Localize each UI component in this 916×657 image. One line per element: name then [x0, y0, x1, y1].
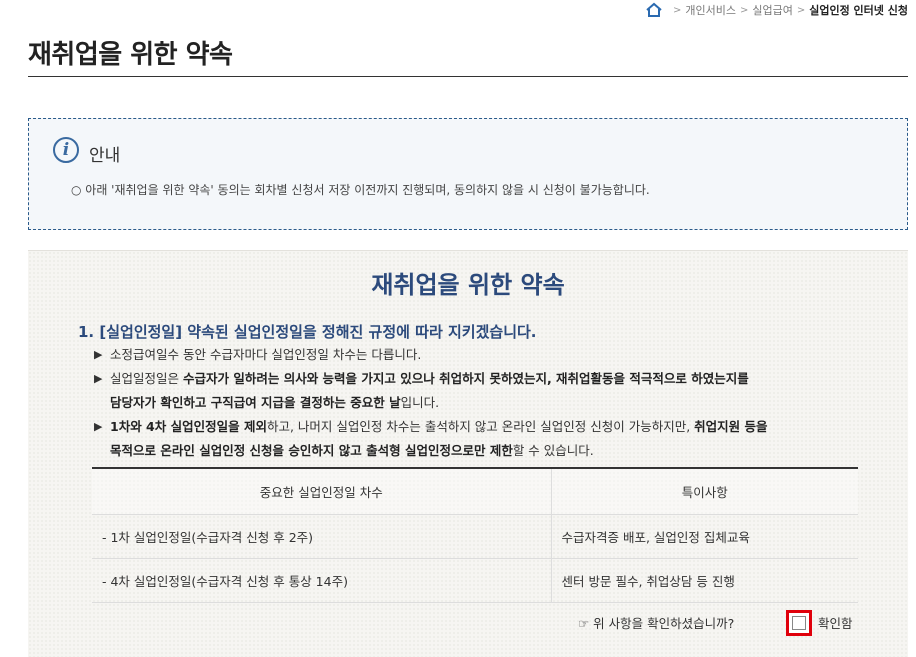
- agreement-panel: 재취업을 위한 약속 1. [실업인정일] 약속된 실업인정일을 정해진 규정에…: [28, 250, 908, 657]
- breadcrumb-current: 실업인정 인터넷 신청: [809, 4, 908, 17]
- bullet-text: 소정급여일수 동안 수급자마다 실업인정일 차수는 다릅니다.: [110, 347, 422, 362]
- table-cell: - 1차 실업인정일(수급자격 신청 후 2주): [92, 514, 552, 559]
- important-dates-table: 중요한 실업인정일 차수 특이사항 - 1차 실업인정일(수급자격 신청 후 2…: [92, 467, 858, 603]
- confirm-checkbox[interactable]: [786, 610, 812, 636]
- breadcrumb-item-unemployment-benefit[interactable]: 실업급여: [752, 2, 792, 18]
- breadcrumb-separator: >: [739, 4, 749, 16]
- breadcrumb-separator: >: [796, 4, 806, 16]
- confirm-question: ☞ 위 사항을 확인하셨습니까?: [578, 616, 735, 631]
- list-item: ▶ 1차와 4차 실업인정일을 제외하고, 나머지 실업인정 차수는 출석하지 …: [94, 415, 864, 463]
- table-row: - 4차 실업인정일(수급자격 신청 후 통상 14주) 센터 방문 필수, 취…: [92, 558, 858, 603]
- agreement-title: 재취업을 위한 약속: [371, 271, 565, 299]
- breadcrumb-item-personal-service[interactable]: 개인서비스: [685, 2, 736, 18]
- bullet-text: 실업일정일은 수급자가 일하려는 의사와 능력을 가지고 있으나 취업하지 못하…: [110, 371, 749, 410]
- bullet-arrow-icon: ▶: [94, 348, 103, 361]
- bullet-text: 1차와 4차 실업인정일을 제외하고, 나머지 실업인정 차수는 출석하지 않고…: [110, 419, 768, 458]
- table-header: 특이사항: [551, 467, 858, 515]
- table-cell: 수급자격증 배포, 실업인정 집체교육: [551, 514, 858, 559]
- bullet-arrow-icon: ▶: [94, 420, 103, 433]
- table-row: - 1차 실업인정일(수급자격 신청 후 2주) 수급자격증 배포, 실업인정 …: [92, 514, 858, 559]
- notice-box: i 안내 ○ 아래 '재취업을 위한 약속' 동의는 회차별 신청서 저장 이전…: [28, 118, 908, 230]
- home-icon[interactable]: [645, 2, 663, 18]
- table-header: 중요한 실업인정일 차수: [92, 467, 552, 515]
- page-title: 재취업을 위한 약속: [28, 40, 233, 70]
- breadcrumb: > 개인서비스 > 실업급여 > 실업인정 인터넷 신청: [645, 0, 908, 20]
- notice-text: ○ 아래 '재취업을 위한 약속' 동의는 회차별 신청서 저장 이전까지 진행…: [71, 183, 650, 197]
- list-item: ▶ 소정급여일수 동안 수급자마다 실업인정일 차수는 다릅니다.: [94, 343, 864, 367]
- section-heading: 1. [실업인정일] 약속된 실업인정일을 정해진 규정에 따라 지키겠습니다.: [78, 323, 537, 341]
- list-item: ▶ 실업일정일은 수급자가 일하려는 의사와 능력을 가지고 있으나 취업하지 …: [94, 367, 864, 415]
- bullet-arrow-icon: ▶: [94, 372, 103, 385]
- checkbox-square[interactable]: [792, 616, 806, 630]
- confirm-label[interactable]: 확인함: [818, 613, 853, 632]
- breadcrumb-separator: >: [672, 4, 682, 16]
- info-icon: i: [53, 137, 79, 163]
- title-divider: [28, 76, 908, 77]
- table-header-row: 중요한 실업인정일 차수 특이사항: [92, 467, 858, 515]
- table-cell: 센터 방문 필수, 취업상담 등 진행: [551, 558, 858, 603]
- table-cell: - 4차 실업인정일(수급자격 신청 후 통상 14주): [92, 558, 552, 603]
- notice-title: 안내: [89, 146, 121, 166]
